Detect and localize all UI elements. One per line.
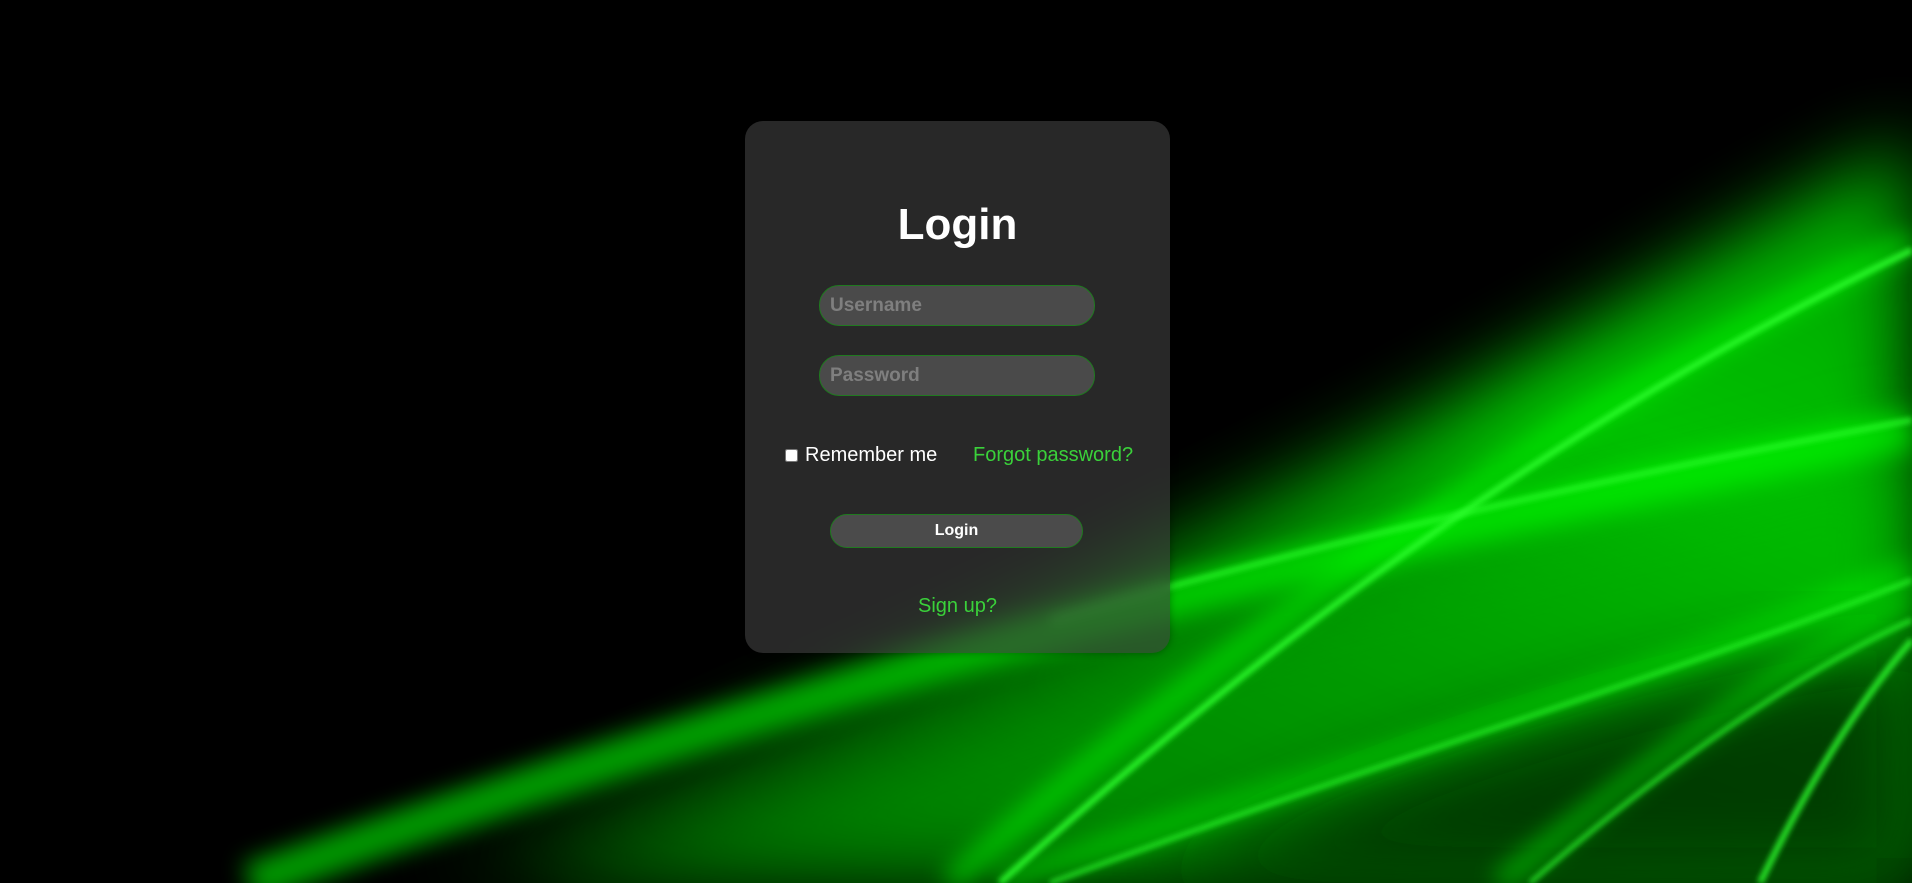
remember-me[interactable]: Remember me xyxy=(785,443,937,467)
remember-me-label: Remember me xyxy=(805,443,938,466)
login-card: Login Remember me Forgot password? Login… xyxy=(745,121,1170,653)
signup-link[interactable]: Sign up? xyxy=(745,594,1170,618)
login-title: Login xyxy=(897,200,1018,250)
username-input[interactable] xyxy=(819,285,1095,326)
login-page: Login Remember me Forgot password? Login… xyxy=(0,0,1912,883)
remember-me-checkbox[interactable] xyxy=(785,448,798,462)
forgot-password-link[interactable]: Forgot password? xyxy=(973,443,1133,467)
password-input[interactable] xyxy=(819,355,1095,396)
login-button[interactable]: Login xyxy=(830,514,1083,548)
